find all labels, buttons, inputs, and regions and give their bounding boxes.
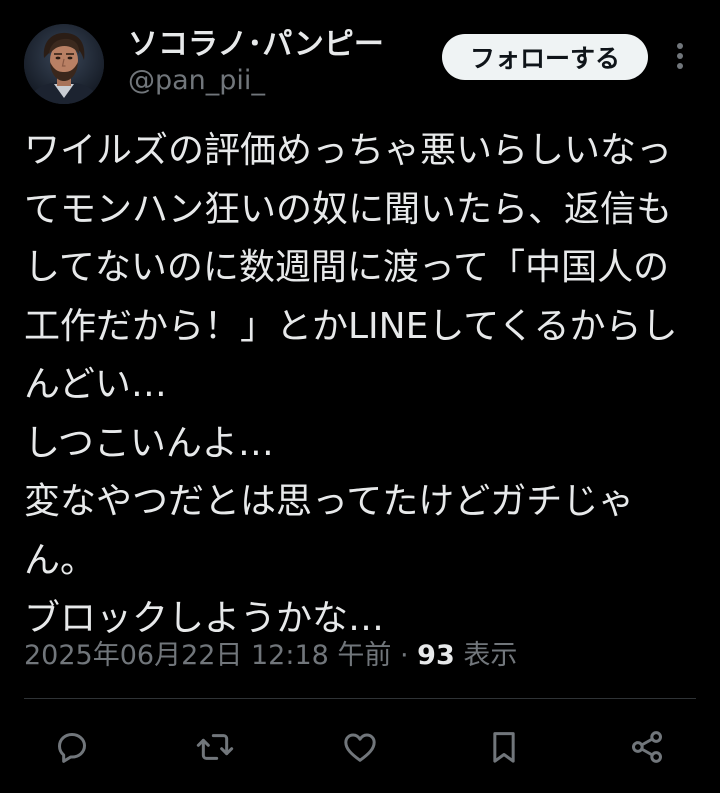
retweet-icon xyxy=(196,734,234,760)
views-label: 表示 xyxy=(454,640,518,671)
tweet-header: ソコラノ･パンピー @pan_pii_ フォローする xyxy=(24,22,696,106)
like-button[interactable] xyxy=(333,720,387,774)
more-dot xyxy=(677,43,683,49)
bookmark-button[interactable] xyxy=(477,720,531,774)
tweet-meta: 2025年06月22日 12:18 午前 · 93 表示 xyxy=(24,636,517,676)
share-icon xyxy=(632,731,662,763)
views-count: 93 xyxy=(417,640,455,671)
avatar[interactable] xyxy=(24,24,104,104)
reply-icon xyxy=(58,733,86,763)
more-dot xyxy=(677,53,683,59)
action-bar xyxy=(0,720,720,774)
meta-separator: · xyxy=(391,640,418,671)
more-options-icon[interactable] xyxy=(668,40,692,72)
follow-button[interactable]: フォローする xyxy=(442,34,648,80)
man-portrait-icon xyxy=(24,24,104,104)
user-info: ソコラノ･パンピー @pan_pii_ xyxy=(128,26,384,98)
reply-button[interactable] xyxy=(45,720,99,774)
bookmark-icon xyxy=(493,732,515,763)
retweet-button[interactable] xyxy=(188,720,242,774)
user-handle[interactable]: @pan_pii_ xyxy=(128,64,384,98)
share-button[interactable] xyxy=(620,720,674,774)
tweet-timestamp[interactable]: 2025年06月22日 12:18 午前 xyxy=(24,640,391,671)
tweet-text: ワイルズの評価めっちゃ悪いらしいなってモンハン狂いの奴に聞いたら、返信もしてない… xyxy=(24,130,678,639)
divider xyxy=(24,698,696,699)
more-dot xyxy=(677,63,683,69)
heart-icon xyxy=(344,733,376,762)
display-name[interactable]: ソコラノ･パンピー xyxy=(128,26,384,64)
